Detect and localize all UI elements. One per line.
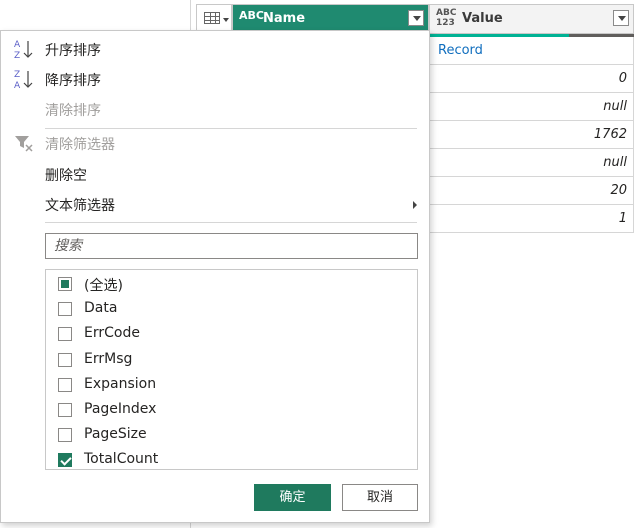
clear-filter-item: 清除筛选器 bbox=[1, 128, 429, 158]
ok-button[interactable]: 确定 bbox=[254, 484, 331, 511]
remove-empty-item[interactable]: 删除空 bbox=[1, 159, 429, 189]
text-type-icon[interactable]: ABC bbox=[239, 10, 264, 21]
checkbox[interactable] bbox=[58, 277, 72, 291]
cancel-button[interactable]: 取消 bbox=[342, 484, 418, 511]
menu-label: 删除空 bbox=[45, 168, 87, 184]
checklist-item[interactable]: PageSize bbox=[46, 423, 417, 448]
cell-value: null bbox=[603, 155, 627, 170]
menu-label: 清除筛选器 bbox=[45, 137, 115, 153]
svg-text:A: A bbox=[14, 81, 21, 90]
table-row[interactable]: 1 bbox=[429, 205, 634, 233]
checklist-item-label: Expansion bbox=[84, 375, 157, 392]
clear-filter-icon bbox=[15, 136, 33, 152]
sort-descending-icon: Z A bbox=[14, 70, 33, 90]
checklist-item[interactable]: (全选) bbox=[46, 272, 417, 297]
sort-ascending-item[interactable]: A Z 升序排序 bbox=[1, 34, 429, 64]
checklist-item-label: ErrMsg bbox=[84, 350, 133, 367]
table-row[interactable]: 1762 bbox=[429, 121, 634, 149]
cell-value: 0 bbox=[618, 71, 627, 86]
type-icon-top: ABC bbox=[436, 8, 457, 18]
cell-value: 20 bbox=[610, 183, 627, 198]
svg-text:A: A bbox=[14, 40, 21, 50]
checkbox[interactable] bbox=[58, 327, 72, 342]
menu-label: 清除排序 bbox=[45, 103, 101, 119]
chevron-right-icon bbox=[413, 201, 417, 209]
sort-descending-item[interactable]: Z A 降序排序 bbox=[1, 64, 429, 94]
sort-ascending-icon: A Z bbox=[14, 40, 33, 60]
table-icon bbox=[204, 12, 220, 24]
checkbox[interactable] bbox=[58, 302, 72, 317]
table-row[interactable]: 20 bbox=[429, 177, 634, 205]
record-link[interactable]: Record bbox=[438, 43, 483, 58]
search-input[interactable] bbox=[45, 233, 418, 259]
checklist-item[interactable]: ErrMsg bbox=[46, 348, 417, 373]
table-row[interactable]: 0 bbox=[429, 65, 634, 93]
value-checklist: (全选) Data ErrCode ErrMsg Expansion PageIndex P… bbox=[45, 269, 418, 470]
svg-text:Z: Z bbox=[14, 51, 20, 60]
checklist-item[interactable]: TotalCount bbox=[46, 448, 417, 473]
checklist-item[interactable]: PageIndex bbox=[46, 398, 417, 423]
column-filter-dropdown[interactable] bbox=[613, 10, 629, 26]
checklist-item[interactable]: Data bbox=[46, 297, 417, 322]
menu-label: 文本筛选器 bbox=[45, 198, 115, 214]
text-filters-item[interactable]: 文本筛选器 bbox=[1, 189, 429, 219]
checklist-item-label: PageSize bbox=[84, 426, 147, 443]
column-header-label: Value bbox=[462, 11, 503, 26]
any-type-icon[interactable]: ABC 123 bbox=[436, 8, 456, 28]
table-row[interactable]: null bbox=[429, 149, 634, 177]
cell-value: null bbox=[603, 99, 627, 114]
checklist-item[interactable]: Expansion bbox=[46, 373, 417, 398]
checkbox[interactable] bbox=[58, 453, 72, 468]
checklist-item-label: TotalCount bbox=[84, 451, 159, 468]
svg-text:Z: Z bbox=[14, 70, 20, 80]
checkbox[interactable] bbox=[58, 403, 72, 417]
checklist-item-label: PageIndex bbox=[84, 401, 157, 417]
chevron-down-icon bbox=[223, 18, 229, 22]
column-header-label: Name bbox=[263, 11, 306, 26]
checklist-item-label: Data bbox=[84, 300, 118, 317]
checkbox[interactable] bbox=[58, 428, 72, 443]
checklist-item-label: ErrCode bbox=[84, 325, 140, 342]
type-icon-bottom: 123 bbox=[436, 18, 455, 28]
cell-value: 1 bbox=[618, 211, 627, 226]
menu-label: 升序排序 bbox=[45, 43, 101, 59]
cell-value: 1762 bbox=[593, 127, 627, 142]
checklist-item[interactable]: ErrCode bbox=[46, 322, 417, 347]
column-header-value[interactable]: ABC 123 Value bbox=[429, 4, 634, 34]
checklist-item-label: (全选) bbox=[84, 278, 123, 294]
menu-label: 降序排序 bbox=[45, 73, 101, 89]
table-row[interactable]: Record bbox=[429, 37, 634, 65]
column-filter-dropdown[interactable] bbox=[408, 10, 424, 26]
column-filter-popup: A Z 升序排序 Z A 降序排序 清除排序 清除筛选器 删除空 文本筛选器 搜… bbox=[0, 30, 430, 523]
checkbox[interactable] bbox=[58, 352, 72, 367]
clear-sort-item: 清除排序 bbox=[1, 94, 429, 124]
checkbox[interactable] bbox=[58, 377, 72, 392]
table-row[interactable]: null bbox=[429, 93, 634, 121]
menu-divider bbox=[45, 222, 417, 223]
